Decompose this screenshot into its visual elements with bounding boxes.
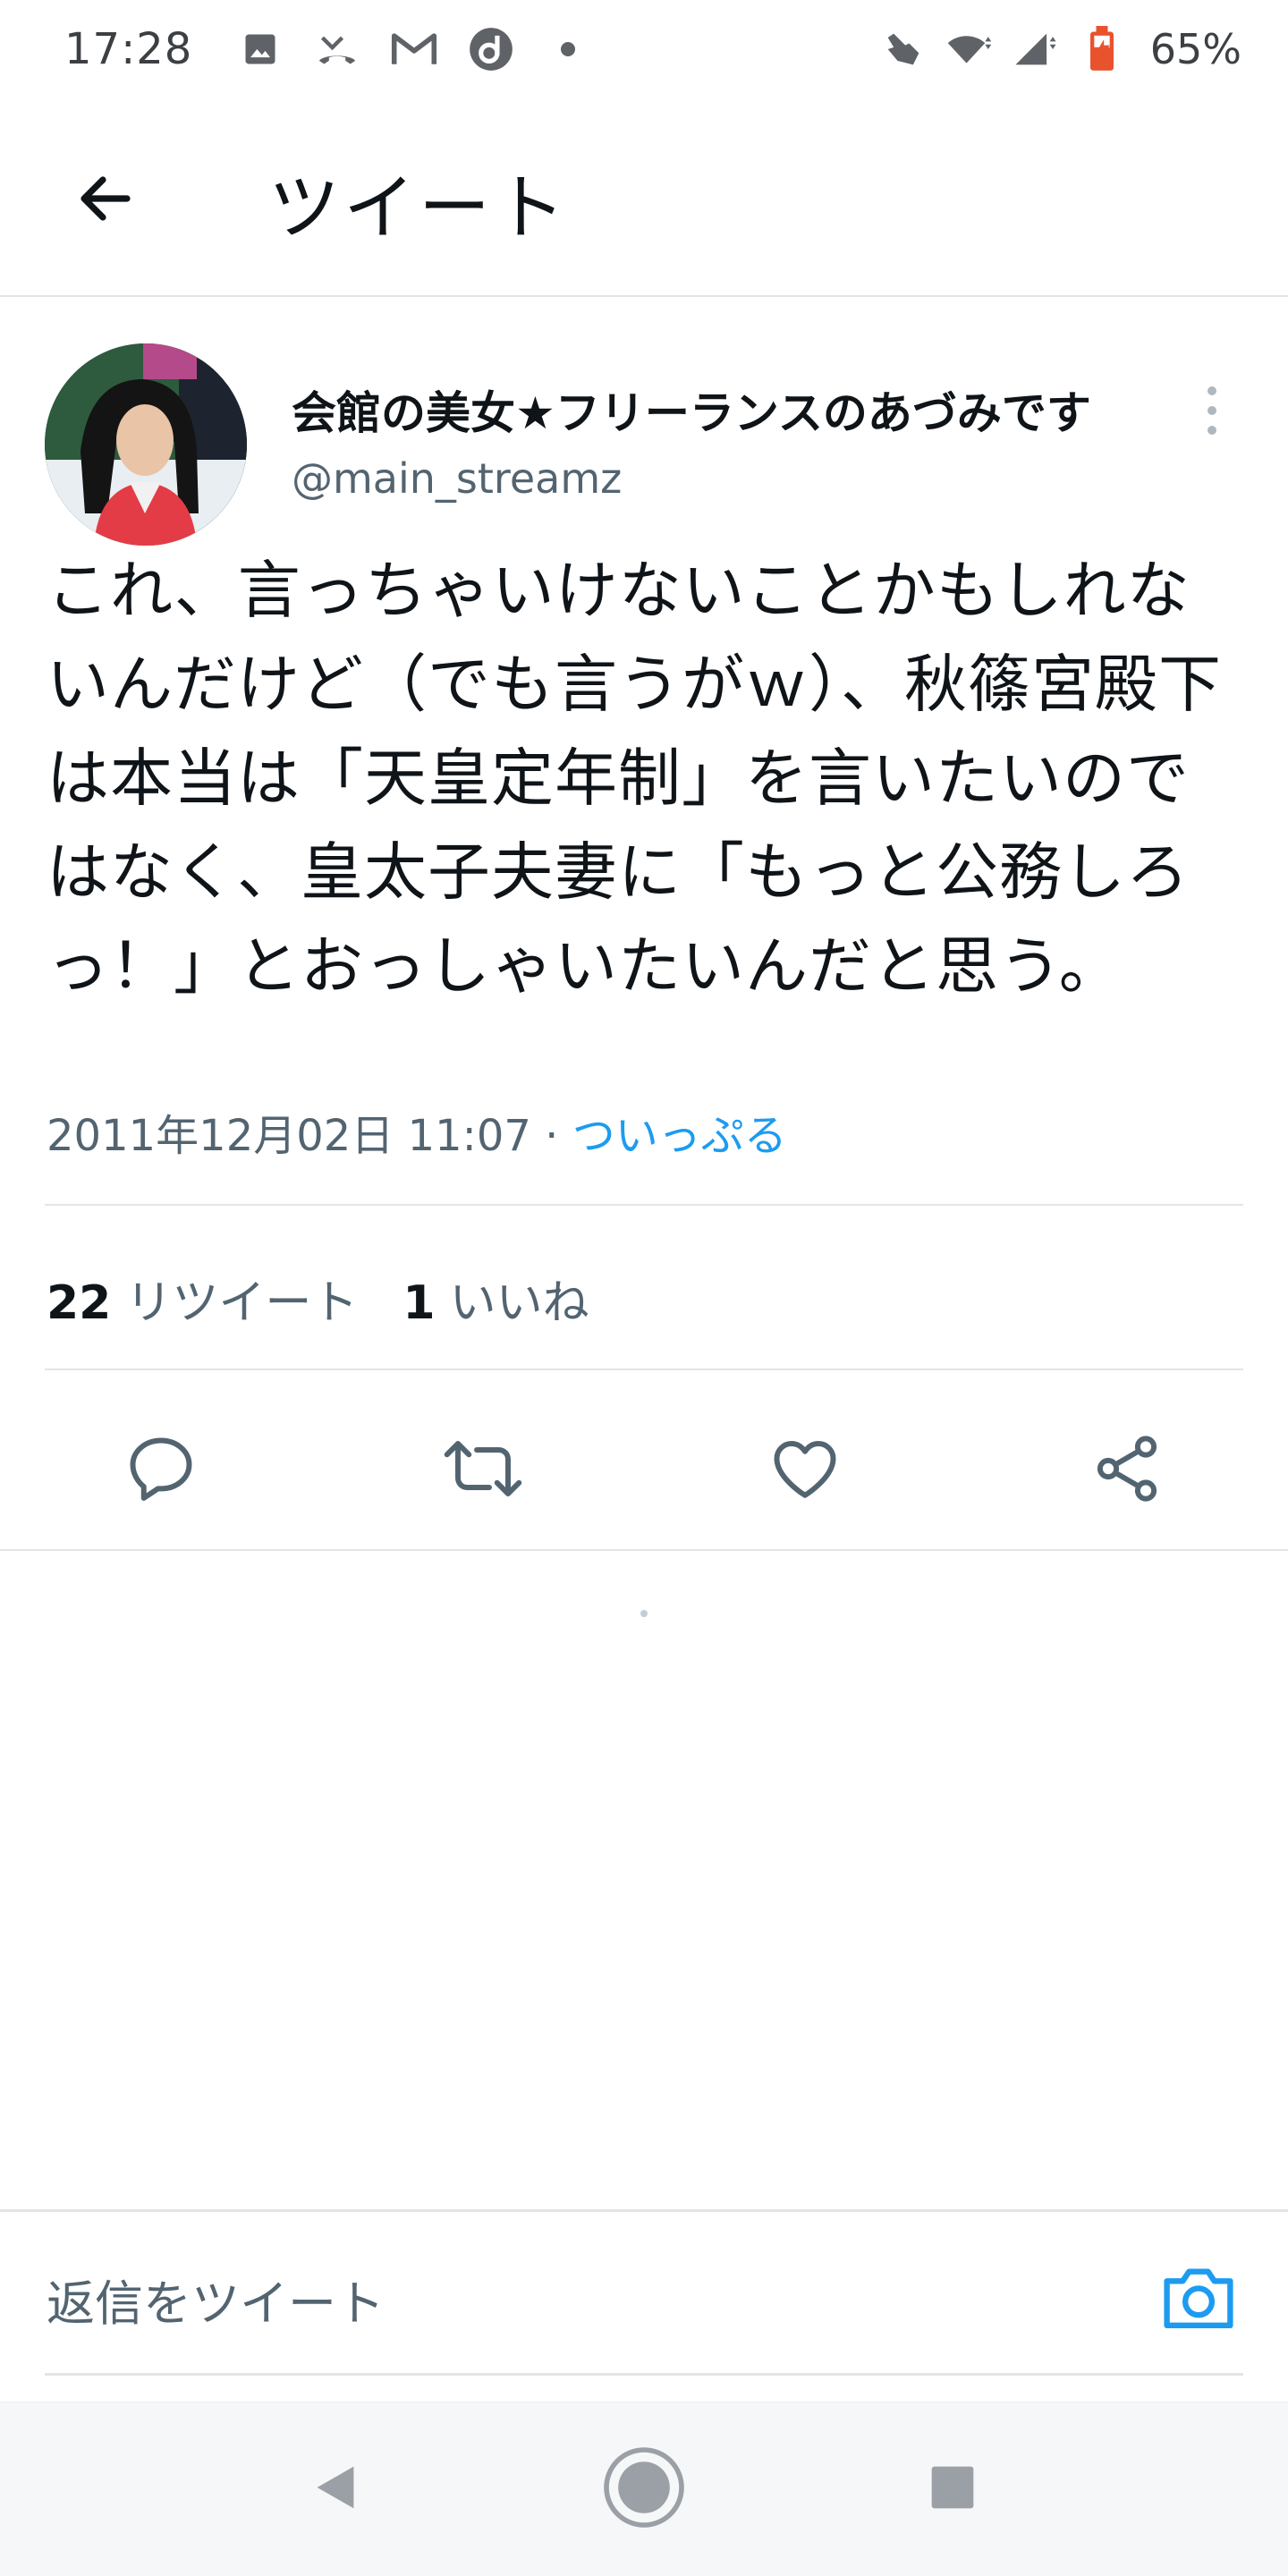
nav-back-button[interactable] xyxy=(286,2438,385,2537)
like-button[interactable] xyxy=(762,1426,848,1512)
nav-home-button[interactable] xyxy=(595,2438,693,2537)
retweet-label[interactable]: リツイート xyxy=(125,1265,358,1332)
system-nav-bar xyxy=(0,2402,1288,2576)
tweet-stats: 22 リツイート 1 いいね xyxy=(47,1265,589,1332)
status-time: 17:28 xyxy=(64,24,193,74)
signal-icon xyxy=(1013,26,1059,72)
heart-icon xyxy=(774,1441,836,1498)
status-icons-left xyxy=(237,26,591,72)
image-icon xyxy=(237,26,284,72)
loading-indicator xyxy=(640,1610,648,1617)
tweet-meta: 2011年12月02日 11:07 · ついっぷる xyxy=(47,1100,787,1163)
reply-icon xyxy=(130,1437,192,1501)
back-arrow-icon xyxy=(80,176,131,221)
battery-icon xyxy=(1079,26,1125,72)
tweet-timestamp: 2011年12月02日 11:07 xyxy=(47,1111,531,1161)
reply-input[interactable]: 返信をツイート xyxy=(47,2264,385,2334)
reply-underline xyxy=(45,2373,1243,2376)
nav-recents-button[interactable] xyxy=(903,2438,1002,2537)
battery-percent: 65% xyxy=(1149,25,1241,73)
divider xyxy=(45,1368,1243,1370)
reply-composer: 返信をツイート xyxy=(0,2209,1288,2376)
tweet-source-link[interactable]: ついっぷる xyxy=(572,1111,787,1161)
tweet-text: これ、言っちゃいけないことかもしれないんだけど（でも言うがｗ）、秋篠宮殿下は本当… xyxy=(47,554,1222,1003)
more-options-icon[interactable] xyxy=(1190,379,1234,442)
status-bar: 17:28 65% xyxy=(0,0,1288,98)
gmail-icon xyxy=(391,26,437,72)
square-recents-icon xyxy=(931,2466,974,2509)
action-bar xyxy=(0,1379,1288,1558)
share-icon xyxy=(1097,1436,1157,1502)
divider xyxy=(45,1204,1243,1206)
camera-icon xyxy=(1164,2268,1233,2329)
gesture-icon xyxy=(880,26,927,72)
author-handle[interactable]: @main_streamz xyxy=(292,454,622,503)
like-label[interactable]: いいね xyxy=(450,1265,589,1332)
wifi-icon xyxy=(946,26,993,72)
retweet-button[interactable] xyxy=(440,1426,526,1512)
missed-call-icon xyxy=(314,26,360,72)
d-app-icon xyxy=(468,26,514,72)
like-count[interactable]: 1 xyxy=(402,1276,435,1330)
avatar[interactable] xyxy=(45,343,247,546)
home-circle-icon xyxy=(604,2447,684,2528)
camera-button[interactable] xyxy=(1154,2257,1243,2337)
retweet-count[interactable]: 22 xyxy=(47,1276,111,1330)
status-icons-right: 65% xyxy=(880,25,1241,73)
notification-dot-icon xyxy=(545,26,591,72)
back-button[interactable] xyxy=(63,156,148,242)
author-name[interactable]: 会館の美女★フリーランスのあづみです xyxy=(292,377,1091,442)
reply-button[interactable] xyxy=(118,1426,204,1512)
triangle-back-icon xyxy=(317,2466,354,2509)
divider xyxy=(0,1549,1288,1551)
meta-separator: · xyxy=(530,1111,572,1161)
app-header: ツイート xyxy=(0,98,1288,297)
share-button[interactable] xyxy=(1084,1426,1170,1512)
page-title: ツイート xyxy=(268,166,569,250)
retweet-icon xyxy=(444,1441,522,1496)
